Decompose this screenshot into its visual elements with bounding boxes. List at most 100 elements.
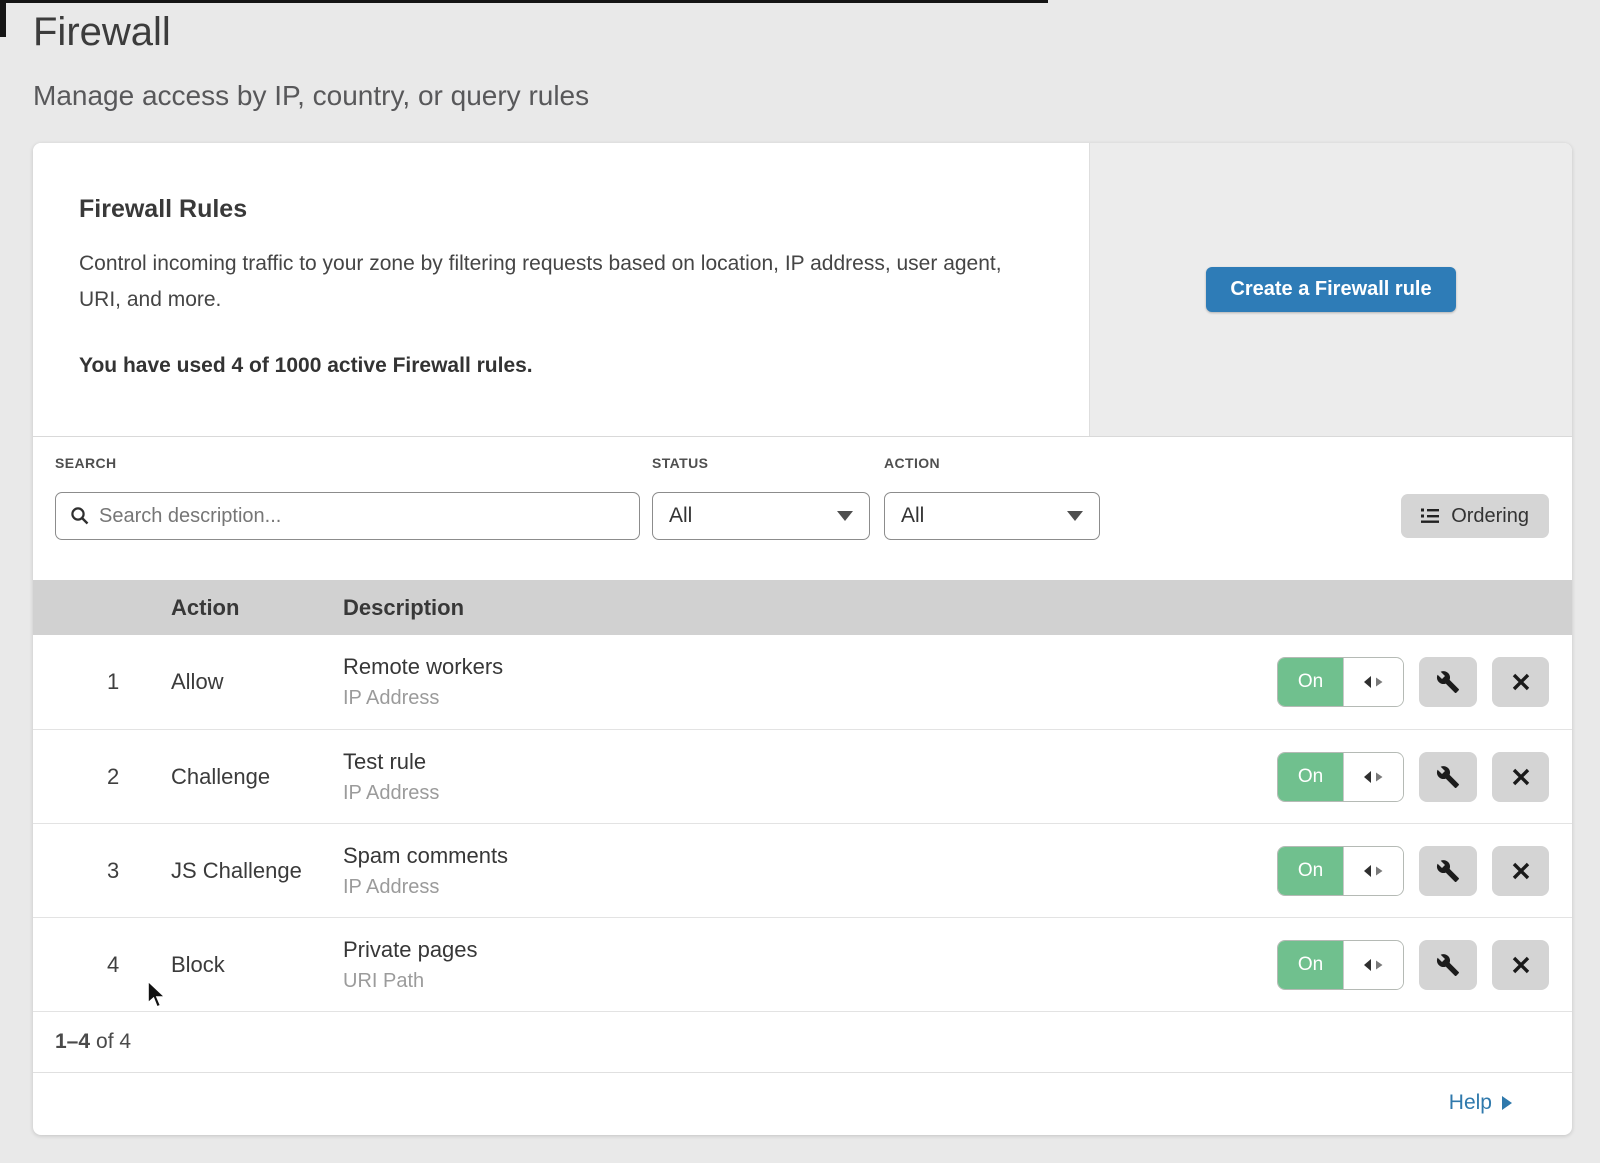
- card-footer: Help: [33, 1073, 1572, 1132]
- rule-description-cell: Remote workers IP Address: [343, 654, 1277, 710]
- edit-rule-button[interactable]: [1419, 846, 1477, 896]
- chevron-down-icon: [837, 511, 853, 521]
- rule-description-cell: Spam comments IP Address: [343, 843, 1277, 899]
- toggle-arrows-segment[interactable]: [1343, 941, 1403, 989]
- close-icon: [1511, 955, 1531, 975]
- mouse-cursor: [146, 980, 168, 1010]
- rule-match-field: IP Address: [343, 876, 1277, 899]
- wrench-icon: [1436, 670, 1460, 694]
- delete-rule-button[interactable]: [1492, 752, 1549, 802]
- left-right-arrows-icon: [1363, 675, 1385, 689]
- page-title: Firewall: [33, 8, 589, 56]
- close-icon: [1511, 672, 1531, 692]
- wrench-icon: [1436, 765, 1460, 789]
- rule-description: Test rule: [343, 749, 1277, 775]
- table-row: 1 Allow Remote workers IP Address On: [33, 635, 1572, 729]
- help-link-label: Help: [1449, 1091, 1492, 1115]
- delete-rule-button[interactable]: [1492, 846, 1549, 896]
- rule-match-field: IP Address: [343, 782, 1277, 805]
- toggle-on-segment[interactable]: On: [1278, 941, 1343, 989]
- column-header-description: Description: [343, 595, 1572, 621]
- toggle-arrows-segment[interactable]: [1343, 753, 1403, 801]
- left-right-arrows-icon: [1363, 864, 1385, 878]
- left-right-arrows-icon: [1363, 770, 1385, 784]
- rule-description-cell: Test rule IP Address: [343, 749, 1277, 805]
- rule-description-cell: Private pages URI Path: [343, 937, 1277, 993]
- ordering-button[interactable]: Ordering: [1401, 494, 1549, 538]
- close-icon: [1511, 767, 1531, 787]
- wrench-icon: [1436, 953, 1460, 977]
- rule-controls: On: [1277, 657, 1549, 707]
- left-right-arrows-icon: [1363, 958, 1385, 972]
- table-header: Action Description: [33, 580, 1572, 635]
- edit-rule-button[interactable]: [1419, 940, 1477, 990]
- status-select-value: All: [669, 504, 692, 528]
- table-row: 2 Challenge Test rule IP Address On: [33, 729, 1572, 823]
- rule-priority: 4: [107, 952, 171, 978]
- rule-priority: 1: [107, 669, 171, 695]
- overview-section: Firewall Rules Control incoming traffic …: [33, 143, 1572, 437]
- rules-usage: You have used 4 of 1000 active Firewall …: [79, 354, 1043, 378]
- rule-toggle[interactable]: On: [1277, 940, 1404, 990]
- rule-action: Block: [171, 952, 343, 978]
- rule-match-field: IP Address: [343, 687, 1277, 710]
- create-firewall-rule-button[interactable]: Create a Firewall rule: [1206, 267, 1455, 312]
- pagination-total: of 4: [96, 1030, 131, 1054]
- help-arrow-icon: [1502, 1096, 1512, 1110]
- toggle-arrows-segment[interactable]: [1343, 658, 1403, 706]
- status-select[interactable]: All: [652, 492, 870, 540]
- table-row: 4 Block Private pages URI Path On: [33, 917, 1572, 1011]
- edit-rule-button[interactable]: [1419, 752, 1477, 802]
- pagination-bar: 1–4 of 4: [33, 1011, 1572, 1073]
- filters-bar: SEARCH STATUS All ACTION All: [33, 437, 1572, 580]
- edit-rule-button[interactable]: [1419, 657, 1477, 707]
- create-rule-panel: Create a Firewall rule: [1089, 143, 1572, 436]
- toggle-arrows-segment[interactable]: [1343, 847, 1403, 895]
- search-icon: [70, 506, 90, 526]
- rule-toggle[interactable]: On: [1277, 657, 1404, 707]
- rule-match-field: URI Path: [343, 970, 1277, 993]
- rules-description: Control incoming traffic to your zone by…: [79, 246, 1024, 318]
- rule-toggle[interactable]: On: [1277, 752, 1404, 802]
- rule-action: JS Challenge: [171, 858, 343, 884]
- rules-heading: Firewall Rules: [79, 195, 1043, 224]
- firewall-rules-card: Firewall Rules Control incoming traffic …: [33, 143, 1572, 1135]
- toggle-on-segment[interactable]: On: [1278, 847, 1343, 895]
- search-input[interactable]: [99, 505, 625, 528]
- column-header-action: Action: [171, 595, 343, 621]
- rule-priority: 3: [107, 858, 171, 884]
- rule-priority: 2: [107, 764, 171, 790]
- rule-controls: On: [1277, 846, 1549, 896]
- rule-controls: On: [1277, 752, 1549, 802]
- close-icon: [1511, 861, 1531, 881]
- ordering-button-label: Ordering: [1451, 505, 1529, 528]
- pagination-range: 1–4: [55, 1030, 90, 1054]
- rule-action: Allow: [171, 669, 343, 695]
- search-label: SEARCH: [55, 455, 117, 471]
- delete-rule-button[interactable]: [1492, 940, 1549, 990]
- rules-table: 1 Allow Remote workers IP Address On: [33, 635, 1572, 1011]
- table-row: 3 JS Challenge Spam comments IP Address …: [33, 823, 1572, 917]
- toggle-on-segment[interactable]: On: [1278, 658, 1343, 706]
- help-link[interactable]: Help: [1449, 1091, 1512, 1115]
- rule-controls: On: [1277, 940, 1549, 990]
- rule-toggle[interactable]: On: [1277, 846, 1404, 896]
- rule-description: Remote workers: [343, 654, 1277, 680]
- status-label: STATUS: [652, 455, 708, 471]
- action-select-value: All: [901, 504, 924, 528]
- action-label: ACTION: [884, 455, 940, 471]
- overview-intro: Firewall Rules Control incoming traffic …: [33, 143, 1089, 436]
- screen-edge-artifact-left: [0, 0, 6, 37]
- action-select[interactable]: All: [884, 492, 1100, 540]
- wrench-icon: [1436, 859, 1460, 883]
- chevron-down-icon: [1067, 511, 1083, 521]
- rule-action: Challenge: [171, 764, 343, 790]
- page-header: Firewall Manage access by IP, country, o…: [33, 8, 589, 112]
- rule-description: Spam comments: [343, 843, 1277, 869]
- page-subtitle: Manage access by IP, country, or query r…: [33, 80, 589, 112]
- toggle-on-segment[interactable]: On: [1278, 753, 1343, 801]
- rule-description: Private pages: [343, 937, 1277, 963]
- ordered-list-icon: [1421, 507, 1440, 525]
- search-box[interactable]: [55, 492, 640, 540]
- delete-rule-button[interactable]: [1492, 657, 1549, 707]
